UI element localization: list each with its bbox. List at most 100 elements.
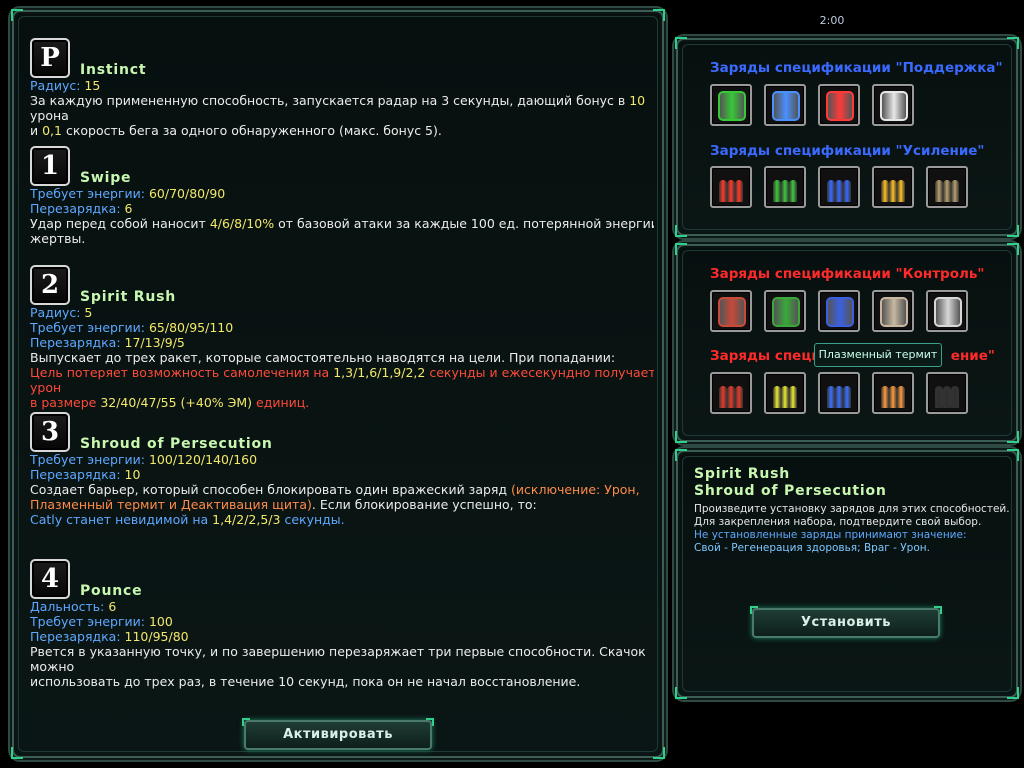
support-charge-icon[interactable] <box>710 84 752 126</box>
text-segment: 32/40/47/55 (+40% ЭМ) <box>100 395 253 410</box>
support-charge-icon[interactable] <box>764 84 806 126</box>
control-charge-icon[interactable] <box>710 290 752 332</box>
text-segment: Требует энергии: <box>30 614 149 629</box>
text-segment: Плазменный термит и Деактивация щита) <box>30 497 312 512</box>
text-segment: 6 <box>124 201 133 216</box>
description-line: Требует энергии: 100/120/140/160 <box>30 452 654 467</box>
text-segment: 10 <box>124 467 141 482</box>
damage-title-start: Заряды специ <box>710 348 821 364</box>
ability-name: Shroud of Persecution <box>80 436 273 452</box>
text-segment: Требует энергии: <box>30 452 149 467</box>
charge-tooltip: Плазменный термит <box>814 343 942 367</box>
charge-install-panel: Spirit Rush Shroud of Persecution Произв… <box>675 449 1019 699</box>
control-title: Заряды спецификации "Контроль" <box>710 266 985 282</box>
passive-key-icon: P <box>30 38 70 78</box>
text-segment: скорость бега за одного обнаруженного (м… <box>62 123 442 138</box>
text-segment: урона <box>30 108 69 123</box>
text-segment: 60/70/80/90 <box>148 186 226 201</box>
ability-description: Дальность: 6 Требует энергии: 100 Перезаря… <box>30 599 654 689</box>
damage-charge-icon[interactable] <box>710 372 752 414</box>
text-segment: 17/13/9/5 <box>124 335 185 350</box>
damage-charge-icon[interactable] <box>818 372 860 414</box>
default-note-1: Не установленные заряды принимают значен… <box>694 529 967 541</box>
boost-charge-icon[interactable] <box>710 166 752 208</box>
description-line: в размере 32/40/47/55 (+40% ЭМ) единиц. <box>30 395 654 410</box>
text-segment: Перезарядка: <box>30 335 125 350</box>
ability-name: Spirit Rush <box>80 289 177 305</box>
hotkey-3-icon: 3 <box>30 412 70 452</box>
description-line: Перезарядка: 6 <box>30 201 654 216</box>
boost-charge-icon[interactable] <box>872 166 914 208</box>
text-segment: и <box>30 123 43 138</box>
text-segment: 100/120/140/160 <box>148 452 258 467</box>
ability-description: Требует энергии: 60/70/80/90 Перезарядка:… <box>30 186 654 246</box>
text-segment: Радиус: <box>30 305 85 320</box>
description-line: Перезарядка: 17/13/9/5 <box>30 335 654 350</box>
description-line: Требует энергии: 100 <box>30 614 654 629</box>
text-segment: Catly станет невидимой на <box>30 512 213 527</box>
text-segment: Дальность: <box>30 599 109 614</box>
ability-description: Радиус: 5 Требует энергии: 65/80/95/110 Пе… <box>30 305 654 410</box>
support-charges <box>710 84 914 126</box>
description-line: Плазменный термит и Деактивация щита). Е… <box>30 497 654 512</box>
text-segment: Перезарядка: <box>30 201 125 216</box>
description-line: Цель потеряет возможность самолечения на… <box>30 365 654 395</box>
text-segment: За каждую примененную способность, запус… <box>30 93 630 108</box>
text-segment: 5 <box>84 305 93 320</box>
boost-title: Заряды спецификации "Усиление" <box>710 143 985 159</box>
description-line: Перезарядка: 10 <box>30 467 654 482</box>
control-charge-icon[interactable] <box>872 290 914 332</box>
text-segment: Перезарядка: <box>30 467 125 482</box>
support-charge-icon[interactable] <box>818 84 860 126</box>
install-instructions-2: Для закрепления набора, подтвердите свой… <box>694 516 982 528</box>
text-segment: Рвется в указанную точку, и по завершени… <box>30 644 646 674</box>
text-segment: 15 <box>84 78 101 93</box>
description-line: использовать до трех раз, в течение 10 с… <box>30 674 654 689</box>
description-line: Перезарядка: 110/95/80 <box>30 629 654 644</box>
support-title: Заряды спецификации "Поддержка" <box>710 60 1003 76</box>
boost-charge-icon[interactable] <box>818 166 860 208</box>
hotkey-2-icon: 2 <box>30 265 70 305</box>
text-segment: Цель потеряет возможность самолечения на <box>30 365 334 380</box>
activate-button[interactable]: Активировать <box>242 718 434 750</box>
ability-name: Pounce <box>80 583 143 599</box>
control-charge-icon[interactable] <box>818 290 860 332</box>
text-segment: 65/80/95/110 <box>148 320 234 335</box>
text-segment: единиц. <box>252 395 310 410</box>
control-charge-icon[interactable] <box>926 290 968 332</box>
ability-name: Swipe <box>80 170 132 186</box>
damage-charge-icon[interactable] <box>926 372 968 414</box>
boost-charges <box>710 166 968 208</box>
description-line: Дальность: 6 <box>30 599 654 614</box>
text-segment: Выпускает до трех ракет, которые самосто… <box>30 350 616 365</box>
ability-name: Instinct <box>80 62 147 78</box>
default-note-2: Свой - Регенерация здоровья; Враг - Урон… <box>694 542 930 554</box>
control-charges <box>710 290 968 332</box>
text-segment: 1,4/2/2,5/3 <box>212 512 281 527</box>
install-instructions-1: Произведите установку зарядов для этих с… <box>694 503 1010 515</box>
ability-list-panel: P Instinct Радиус: 15 За каждую примененн… <box>11 9 665 759</box>
install-button[interactable]: Установить <box>750 606 942 638</box>
boost-charge-icon[interactable] <box>764 166 806 208</box>
text-segment: 10 <box>629 93 646 108</box>
description-line: Catly станет невидимой на 1,4/2/2,5/3 се… <box>30 512 654 527</box>
text-segment: Требует энергии: <box>30 320 149 335</box>
text-segment: (исключение: Урон, <box>511 482 640 497</box>
boost-charge-icon[interactable] <box>926 166 968 208</box>
damage-charge-icon[interactable] <box>872 372 914 414</box>
description-line: Рвется в указанную точку, и по завершени… <box>30 644 654 674</box>
text-segment: Радиус: <box>30 78 85 93</box>
game-timer: 2:00 <box>819 14 845 27</box>
damage-title-end: ение" <box>950 348 995 364</box>
hotkey-1-icon: 1 <box>30 146 70 186</box>
text-segment: 110/95/80 <box>124 629 189 644</box>
text-segment: 0,1 <box>42 123 62 138</box>
description-line: Радиус: 15 <box>30 78 654 93</box>
description-line: За каждую примененную способность, запус… <box>30 93 654 123</box>
damage-charge-icon[interactable] <box>764 372 806 414</box>
support-charge-icon[interactable] <box>872 84 914 126</box>
description-line: Выпускает до трех ракет, которые самосто… <box>30 350 654 365</box>
text-segment: Требует энергии: <box>30 186 149 201</box>
control-charge-icon[interactable] <box>764 290 806 332</box>
charges-panel-support-boost: Заряды спецификации "Поддержка" Заряды с… <box>675 37 1019 237</box>
